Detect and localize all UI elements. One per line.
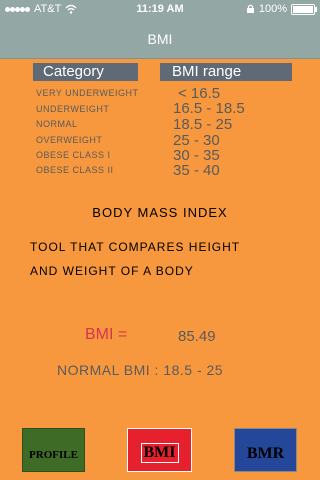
table-header-category: Category (33, 63, 138, 81)
row-category: OVERWEIGHT (36, 135, 103, 145)
navigation-bar: BMI (0, 20, 320, 59)
bmi-result-value: 85.49 (178, 328, 216, 345)
lock-rotation-icon (246, 4, 254, 13)
info-description-line2: AND WEIGHT OF A BODY (30, 264, 194, 278)
table-row: VERY UNDERWEIGHT < 16.5 (0, 85, 320, 102)
row-category: OBESE CLASS I (36, 150, 111, 160)
tab-bmi-label: BMI (140, 443, 179, 463)
tab-bmi[interactable]: BMI (127, 428, 192, 472)
row-category: NORMAL (36, 119, 78, 129)
table-header-range: BMI range (160, 63, 292, 81)
status-bar: AT&T 11:19 AM 100% (0, 0, 320, 20)
battery-icon (291, 3, 317, 15)
table-row: NORMAL 18.5 - 25 (0, 115, 320, 133)
row-category: VERY UNDERWEIGHT (36, 88, 139, 98)
tab-bmr-label: BMR (246, 445, 285, 462)
status-right: 100% (246, 3, 317, 15)
page-title: BMI (147, 31, 173, 47)
table-row: OVERWEIGHT 25 - 30 (0, 131, 320, 149)
tab-profile-label: PROFILE (29, 449, 78, 461)
battery-percent: 100% (258, 3, 287, 15)
normal-bmi-range: NORMAL BMI : 18.5 - 25 (57, 362, 224, 378)
table-row: OBESE CLASS II 35 - 40 (0, 161, 320, 179)
row-category: UNDERWEIGHT (36, 104, 110, 114)
table-row: UNDERWEIGHT 16.5 - 18.5 (0, 100, 320, 117)
row-range: 35 - 40 (173, 162, 220, 179)
tab-profile[interactable]: PROFILE (22, 428, 85, 472)
row-category: OBESE CLASS II (36, 165, 114, 175)
table-row: OBESE CLASS I 30 - 35 (0, 146, 320, 164)
info-description-line1: TOOL THAT COMPARES HEIGHT (30, 240, 241, 254)
info-heading: BODY MASS INDEX (92, 205, 228, 220)
bmi-result-label: BMI = (85, 326, 128, 343)
tab-bmr[interactable]: BMR (234, 428, 297, 472)
